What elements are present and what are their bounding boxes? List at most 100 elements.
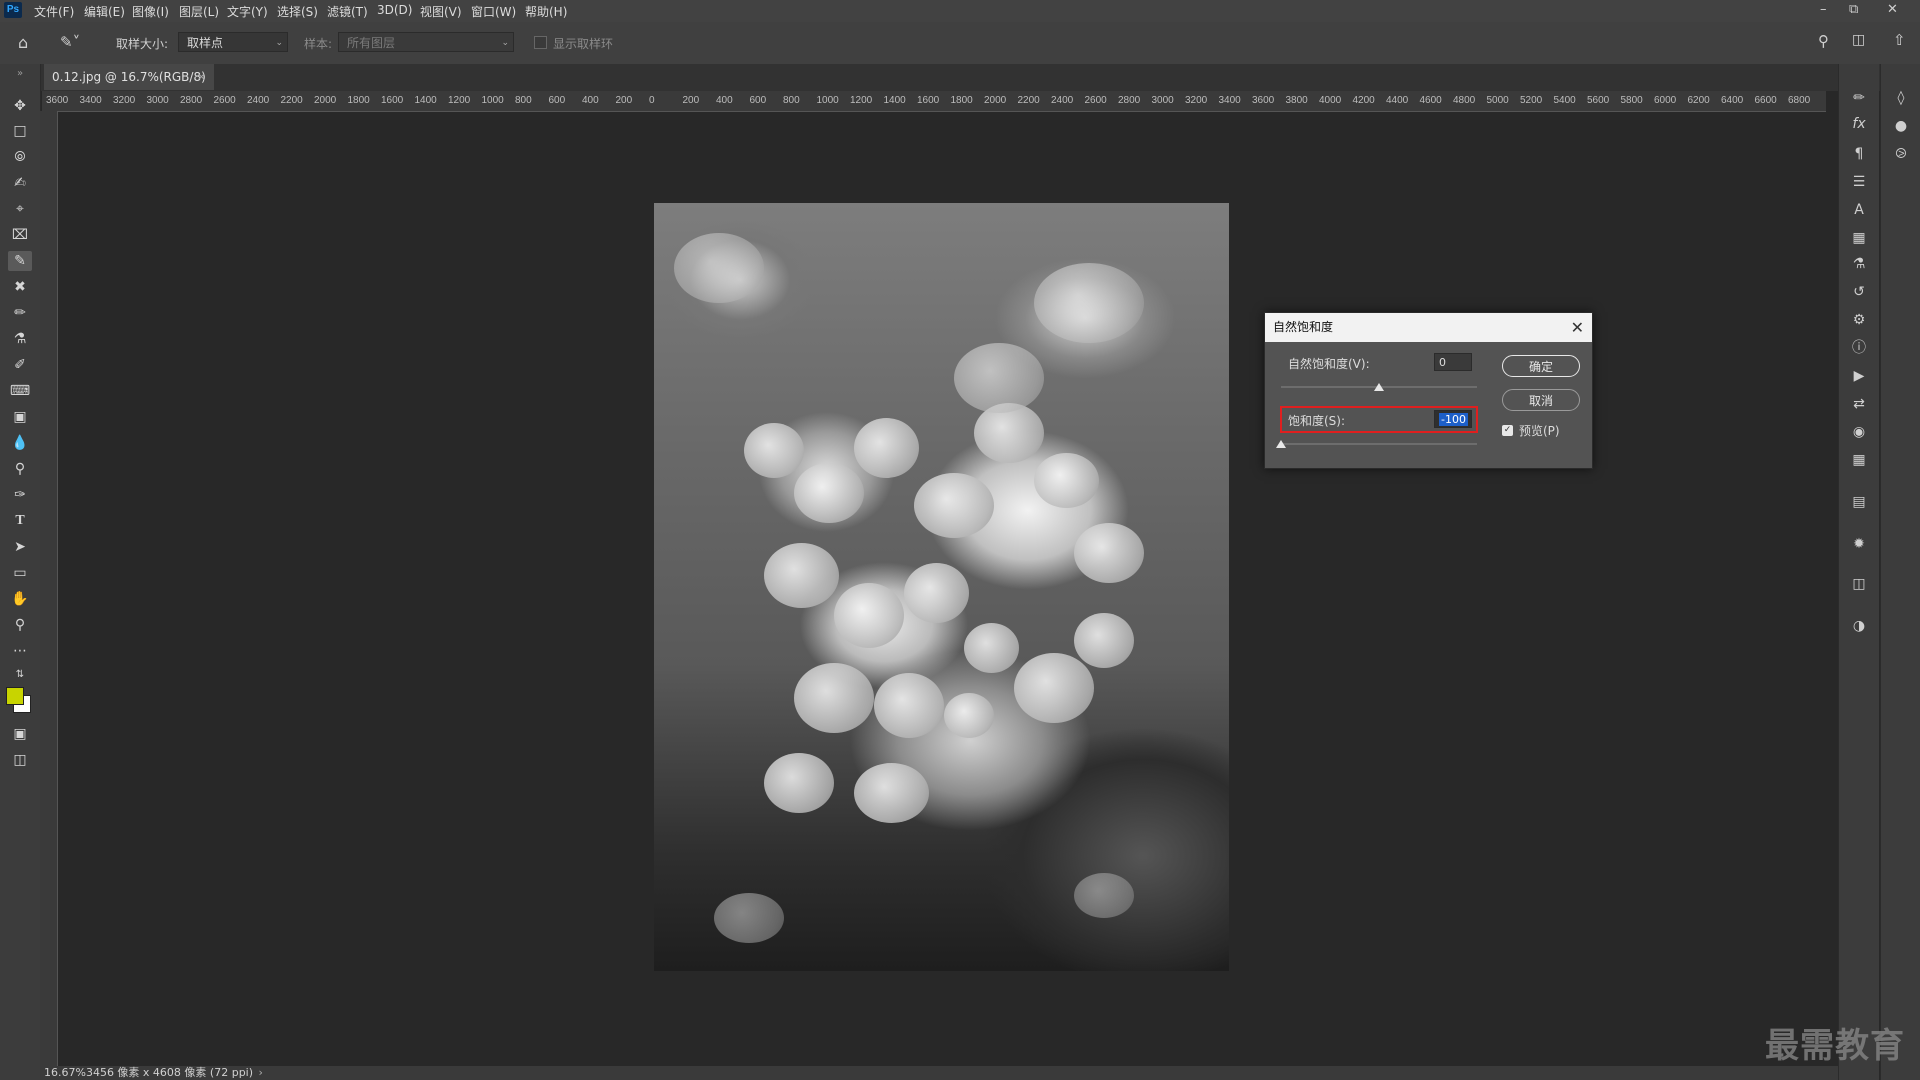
layers-icon[interactable]: ◊ (1890, 88, 1912, 108)
notes-icon[interactable]: ▤ (1848, 492, 1870, 512)
ruler-top-label: 6000 (1654, 95, 1677, 106)
ruler-top-label: 2000 (984, 95, 1007, 106)
ruler-top-label: 4400 (1386, 95, 1409, 106)
menu-file[interactable]: 文件(F) (34, 3, 74, 20)
timeline-icon[interactable]: ⇄ (1848, 394, 1870, 414)
sample-value: 所有图层 (347, 36, 396, 50)
sample-size-select[interactable]: 取样点 ⌄ (178, 32, 288, 52)
menu-filter[interactable]: 滤镜(T) (327, 3, 368, 20)
close-icon[interactable]: ✕ (1571, 313, 1584, 342)
tool-presets-icon[interactable]: ⚙ (1848, 310, 1870, 330)
restore-icon[interactable]: ⧉ (1849, 2, 1858, 17)
channels-icon[interactable]: ● (1890, 116, 1912, 136)
tools-panel: » ✥ □ ⦾ ✍ ⌖ ⌧ ✎ ✖ ✏ ⚗ ✐ ⌨ ▣ 💧 ⚲ ✑ T ➤ ▭ … (0, 64, 41, 1080)
ruler-top-label: 2600 (1084, 95, 1107, 106)
clone-source-icon[interactable]: ⚗ (1848, 254, 1870, 274)
table-icon[interactable]: ▦ (1848, 450, 1870, 470)
ruler-top-label: 2200 (1017, 95, 1040, 106)
brush-settings-icon[interactable]: ✏ (1848, 88, 1870, 108)
info-icon[interactable]: ⓘ (1848, 338, 1870, 358)
clone-stamp-icon[interactable]: ⚗ (8, 329, 32, 349)
hand-tool-icon[interactable]: ✋ (8, 589, 32, 609)
brush-tool-icon[interactable]: ✏ (8, 303, 32, 323)
actions-play-icon[interactable]: ▶ (1848, 366, 1870, 386)
quick-select-tool-icon[interactable]: ✍ (8, 173, 32, 193)
styles-fx-icon[interactable]: fx (1848, 114, 1870, 134)
history-icon[interactable]: ↺ (1848, 282, 1870, 302)
document-tab-title: 0.12.jpg @ 16.7%(RGB/8) (52, 70, 206, 84)
close-window-icon[interactable]: ✕ (1887, 2, 1898, 17)
eraser-tool-icon[interactable]: ⌨ (8, 381, 32, 401)
3d-icon[interactable]: ◉ (1848, 422, 1870, 442)
paragraph-icon[interactable]: ¶ (1848, 144, 1870, 164)
zoom-tool-icon[interactable]: ⚲ (8, 615, 32, 635)
menu-window[interactable]: 窗口(W) (471, 3, 516, 20)
cancel-button[interactable]: 取消 (1502, 389, 1580, 411)
document-image[interactable] (654, 203, 1229, 971)
frame-tool-icon[interactable]: ⌧ (8, 225, 32, 245)
menu-type[interactable]: 文字(Y) (227, 3, 268, 20)
eyedropper-tool-preset-icon[interactable]: ✎˅ (60, 33, 80, 51)
vibrance-input[interactable]: 0 (1434, 353, 1472, 371)
saturation-input[interactable]: -100 (1434, 410, 1472, 428)
patterns-icon[interactable]: ✹ (1848, 534, 1870, 554)
move-tool-icon[interactable]: ✥ (8, 96, 32, 116)
ruler-top-label: 2200 (280, 95, 303, 106)
document-tab[interactable]: 0.12.jpg @ 16.7%(RGB/8) × (44, 64, 214, 90)
saturation-slider-thumb[interactable] (1276, 440, 1286, 448)
ruler-top-label: 1000 (816, 95, 839, 106)
adjustments-icon[interactable]: ☰ (1848, 172, 1870, 192)
color-wheel-icon[interactable]: ◑ (1848, 616, 1870, 636)
panel-dock-icons: ✏ fx ¶ ☰ A ▦ ⚗ ↺ ⚙ ⓘ ▶ ⇄ ◉ ▦ ▤ ✹ ◫ ◑ (1838, 64, 1879, 1080)
menu-help[interactable]: 帮助(H) (525, 3, 567, 20)
crop-tool-icon[interactable]: ⌖ (8, 199, 32, 219)
quick-mask-icon[interactable]: ▣ (8, 724, 32, 744)
home-icon[interactable]: ⌂ (18, 33, 28, 52)
menu-layer[interactable]: 图层(L) (179, 3, 219, 20)
menu-select[interactable]: 选择(S) (277, 3, 318, 20)
menu-view[interactable]: 视图(V) (420, 3, 462, 20)
status-more-icon[interactable]: › (259, 1066, 263, 1079)
marquee-tool-icon[interactable]: □ (8, 121, 32, 141)
preview-checkbox[interactable]: ✓ (1502, 425, 1513, 436)
show-ring-checkbox[interactable] (534, 36, 547, 49)
share-icon[interactable]: ⇧ (1893, 31, 1906, 49)
sample-select[interactable]: 所有图层 ⌄ (338, 32, 514, 52)
search-icon[interactable]: ⚲ (1818, 32, 1829, 50)
ruler-top-label: 2600 (213, 95, 236, 106)
foreground-color-swatch[interactable] (6, 687, 24, 705)
ruler-top-label: 3200 (1185, 95, 1208, 106)
ok-button[interactable]: 确定 (1502, 355, 1580, 377)
blur-tool-icon[interactable]: 💧 (8, 433, 32, 453)
menu-image[interactable]: 图像(I) (132, 3, 169, 20)
collapse-toolbar-icon[interactable]: » (8, 64, 32, 84)
type-tool-icon[interactable]: T (8, 511, 32, 531)
ruler-top-label: 2400 (1051, 95, 1074, 106)
path-select-icon[interactable]: ➤ (8, 537, 32, 557)
pen-tool-icon[interactable]: ✑ (8, 485, 32, 505)
lasso-tool-icon[interactable]: ⦾ (8, 147, 32, 167)
gradient-tool-icon[interactable]: ▣ (8, 407, 32, 427)
saturation-slider-track[interactable] (1281, 443, 1477, 445)
menu-edit[interactable]: 编辑(E) (84, 3, 125, 20)
close-tab-icon[interactable]: × (197, 64, 206, 90)
eyedropper-tool-icon[interactable]: ✎ (8, 251, 32, 271)
history-brush-icon[interactable]: ✐ (8, 355, 32, 375)
libraries-icon[interactable]: ◫ (1848, 574, 1870, 594)
dodge-tool-icon[interactable]: ⚲ (8, 459, 32, 479)
ruler-top-label: 1800 (950, 95, 973, 106)
more-tools-icon[interactable]: ⋯ (8, 641, 32, 661)
ruler-top-label: 2800 (180, 95, 203, 106)
app-logo[interactable]: Ps (4, 2, 22, 18)
menu-3d[interactable]: 3D(D) (377, 3, 412, 17)
vibrance-slider-thumb[interactable] (1374, 383, 1384, 391)
healing-brush-icon[interactable]: ✖ (8, 277, 32, 297)
character-icon[interactable]: A (1848, 200, 1870, 220)
swap-colors-icon[interactable]: ⇅ (8, 665, 32, 685)
rectangle-tool-icon[interactable]: ▭ (8, 563, 32, 583)
paths-icon[interactable]: ⧁ (1890, 144, 1912, 164)
glyphs-icon[interactable]: ▦ (1848, 228, 1870, 248)
workspace-icon[interactable]: ◫ (1852, 32, 1865, 48)
minimize-icon[interactable]: – (1820, 2, 1827, 17)
screen-mode-icon[interactable]: ◫ (8, 750, 32, 770)
